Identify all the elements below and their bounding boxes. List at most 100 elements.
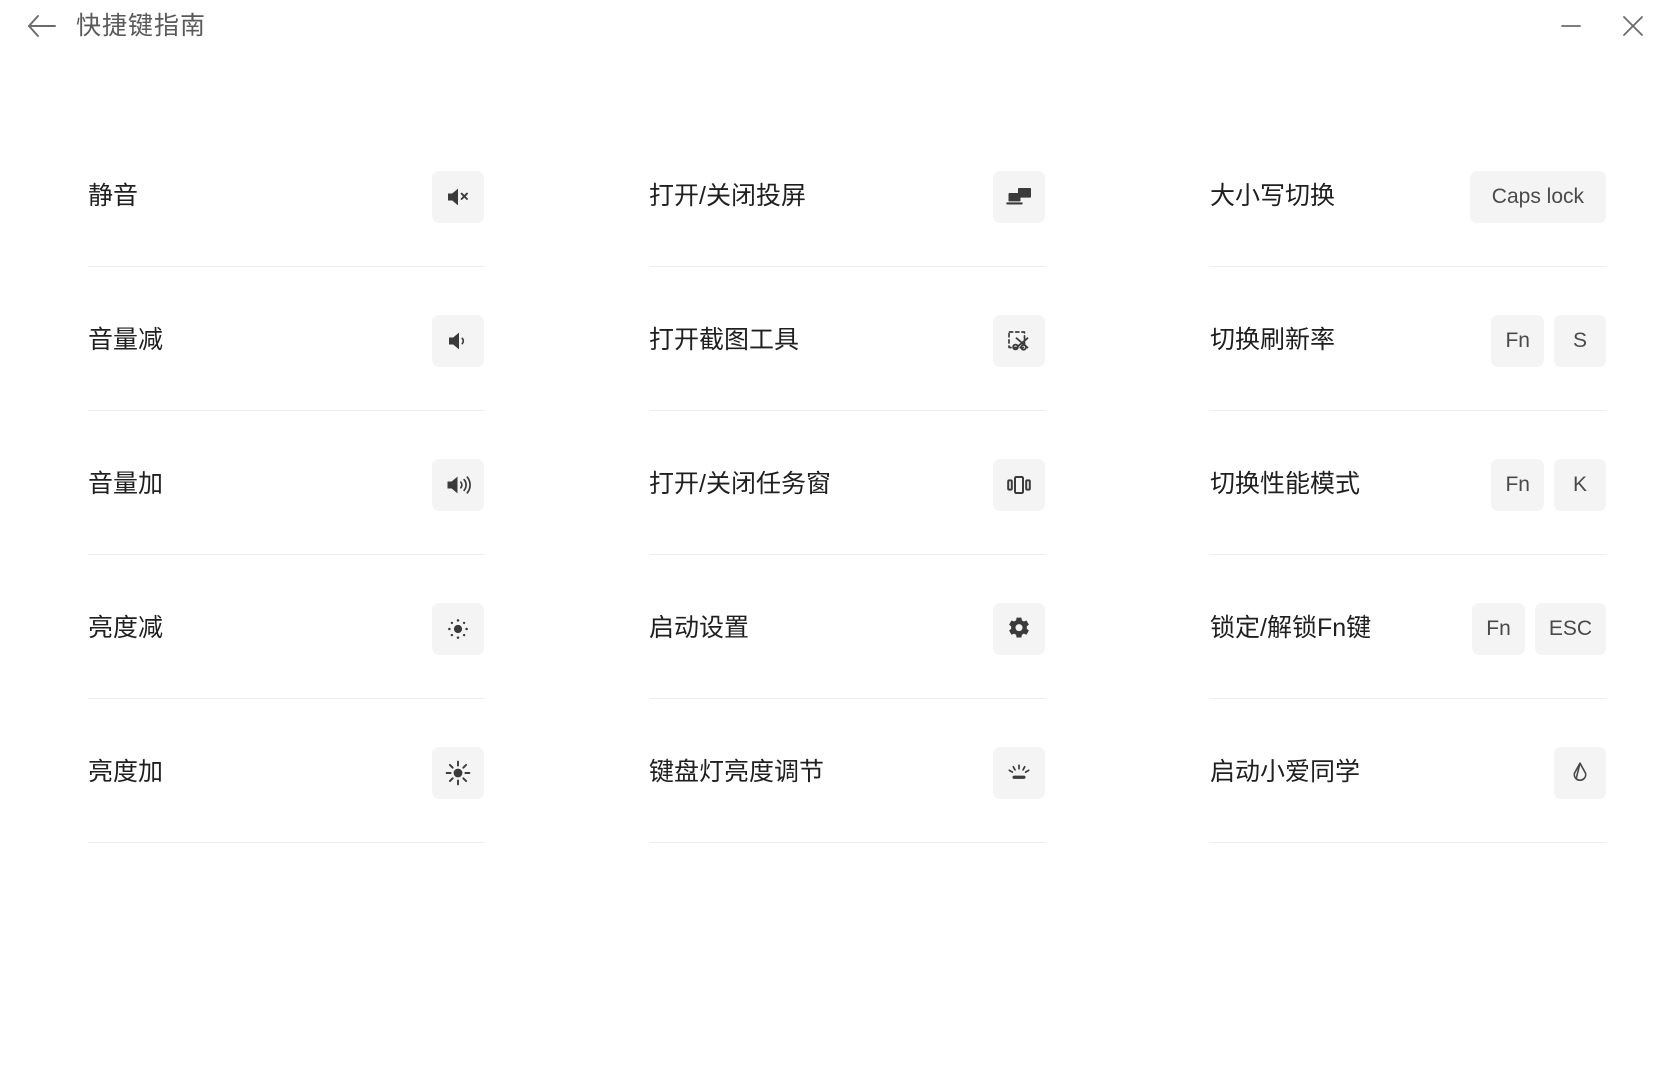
shortcut-key-group: Fn ESC <box>1472 603 1606 655</box>
shortcut-key-group: Caps lock <box>1469 171 1606 223</box>
key-badge: Fn <box>1491 459 1544 511</box>
shortcut-icon-tile <box>432 459 484 511</box>
shortcut-label: 打开/关闭任务窗 <box>649 470 831 499</box>
brightness-low-icon <box>444 615 472 643</box>
row-divider <box>1210 698 1606 699</box>
shortcut-column: 静音 音量减 音量加 亮度减 亮度加 <box>88 156 484 876</box>
row-divider <box>88 554 484 555</box>
shortcut-row-content: 键盘灯亮度调节 <box>649 732 1045 814</box>
shortcut-row: 静音 <box>88 156 484 300</box>
shortcut-row: 切换刷新率 Fn S <box>1210 300 1606 444</box>
row-divider <box>649 842 1045 843</box>
shortcut-row-content: 切换刷新率 Fn S <box>1210 300 1606 382</box>
shortcut-column: 打开/关闭投屏 打开截图工具 打开/关闭任务窗 启动设置 键盘灯亮度调节 <box>649 156 1045 876</box>
keyboard-backlight-icon <box>1005 759 1033 787</box>
shortcut-row-content: 切换性能模式 Fn K <box>1210 444 1606 526</box>
speaker-high-icon <box>444 471 472 499</box>
shortcut-row-content: 音量加 <box>88 444 484 526</box>
cast-screen-icon <box>1004 183 1034 211</box>
shortcut-row: 大小写切换 Caps lock <box>1210 156 1606 300</box>
task-view-icon <box>1004 471 1034 499</box>
arrow-left-icon <box>27 13 57 39</box>
row-divider <box>88 698 484 699</box>
close-icon <box>1621 14 1645 38</box>
shortcut-icon-tile <box>1554 747 1606 799</box>
gear-icon <box>1006 616 1032 642</box>
row-divider <box>88 266 484 267</box>
shortcut-icon-tile <box>993 315 1045 367</box>
shortcut-icon-tile <box>432 747 484 799</box>
shortcut-row: 键盘灯亮度调节 <box>649 732 1045 876</box>
shortcut-row: 亮度减 <box>88 588 484 732</box>
shortcut-row-content: 亮度减 <box>88 588 484 670</box>
key-badge: Fn <box>1491 315 1544 367</box>
shortcut-row-content: 静音 <box>88 156 484 238</box>
shortcut-row-content: 大小写切换 Caps lock <box>1210 156 1606 238</box>
key-badge: K <box>1554 459 1606 511</box>
shortcut-key-group: Fn K <box>1491 459 1606 511</box>
shortcut-row: 切换性能模式 Fn K <box>1210 444 1606 588</box>
key-badge: ESC <box>1534 603 1606 655</box>
shortcut-label: 启动小爱同学 <box>1210 758 1361 787</box>
shortcut-label: 亮度加 <box>88 758 164 787</box>
shortcut-row-content: 打开截图工具 <box>649 300 1045 382</box>
speaker-mute-icon <box>444 183 472 211</box>
key-badge: S <box>1554 315 1606 367</box>
shortcut-label: 键盘灯亮度调节 <box>649 758 825 787</box>
row-divider <box>649 266 1045 267</box>
shortcut-row: 音量加 <box>88 444 484 588</box>
minimize-button[interactable] <box>1540 0 1602 52</box>
shortcut-label: 静音 <box>88 182 139 211</box>
title-bar: 快捷键指南 <box>0 0 1680 52</box>
row-divider <box>649 698 1045 699</box>
shortcut-row-content: 打开/关闭任务窗 <box>649 444 1045 526</box>
shortcut-label: 打开截图工具 <box>649 326 800 355</box>
close-button[interactable] <box>1602 0 1664 52</box>
shortcut-icon-tile <box>432 603 484 655</box>
shortcut-label: 音量加 <box>88 470 164 499</box>
row-divider <box>649 554 1045 555</box>
shortcut-row: 锁定/解锁Fn键 Fn ESC <box>1210 588 1606 732</box>
shortcut-row: 启动小爱同学 <box>1210 732 1606 876</box>
shortcut-row: 打开截图工具 <box>649 300 1045 444</box>
page-title: 快捷键指南 <box>76 11 207 40</box>
shortcut-row-content: 音量减 <box>88 300 484 382</box>
shortcut-row-content: 启动设置 <box>649 588 1045 670</box>
shortcut-icon-tile <box>993 171 1045 223</box>
shortcut-grid: 静音 音量减 音量加 亮度减 亮度加 打开/关闭投屏 打开截图工具 打开/关闭任… <box>0 52 1680 876</box>
shortcut-row: 亮度加 <box>88 732 484 876</box>
shortcut-icon-tile <box>432 171 484 223</box>
row-divider <box>1210 842 1606 843</box>
row-divider <box>1210 554 1606 555</box>
shortcut-label: 亮度减 <box>88 614 164 643</box>
shortcut-row: 打开/关闭任务窗 <box>649 444 1045 588</box>
snip-scissors-icon <box>1005 327 1033 355</box>
row-divider <box>88 842 484 843</box>
shortcut-label: 启动设置 <box>649 614 750 643</box>
shortcut-row: 启动设置 <box>649 588 1045 732</box>
shortcut-row: 打开/关闭投屏 <box>649 156 1045 300</box>
shortcut-row-content: 锁定/解锁Fn键 Fn ESC <box>1210 588 1606 670</box>
minimize-icon <box>1560 20 1582 32</box>
shortcut-row-content: 打开/关闭投屏 <box>649 156 1045 238</box>
back-button[interactable] <box>22 6 62 46</box>
shortcut-row-content: 亮度加 <box>88 732 484 814</box>
shortcut-label: 大小写切换 <box>1210 182 1336 211</box>
row-divider <box>649 410 1045 411</box>
brightness-high-icon <box>444 759 472 787</box>
shortcut-column: 大小写切换 Caps lock 切换刷新率 Fn S 切换性能模式 Fn K 锁定/解锁Fn键 F… <box>1210 156 1606 876</box>
key-badge: Caps lock <box>1469 171 1606 223</box>
shortcut-label: 音量减 <box>88 326 164 355</box>
shortcut-label: 切换刷新率 <box>1210 326 1336 355</box>
shortcut-key-group: Fn S <box>1491 315 1606 367</box>
shortcut-label: 切换性能模式 <box>1210 470 1361 499</box>
shortcut-row-content: 启动小爱同学 <box>1210 732 1606 814</box>
shortcut-icon-tile <box>993 459 1045 511</box>
speaker-low-icon <box>444 327 472 355</box>
row-divider <box>1210 266 1606 267</box>
shortcut-label: 锁定/解锁Fn键 <box>1210 614 1372 643</box>
row-divider <box>88 410 484 411</box>
shortcut-row: 音量减 <box>88 300 484 444</box>
shortcut-label: 打开/关闭投屏 <box>649 182 806 211</box>
row-divider <box>1210 410 1606 411</box>
